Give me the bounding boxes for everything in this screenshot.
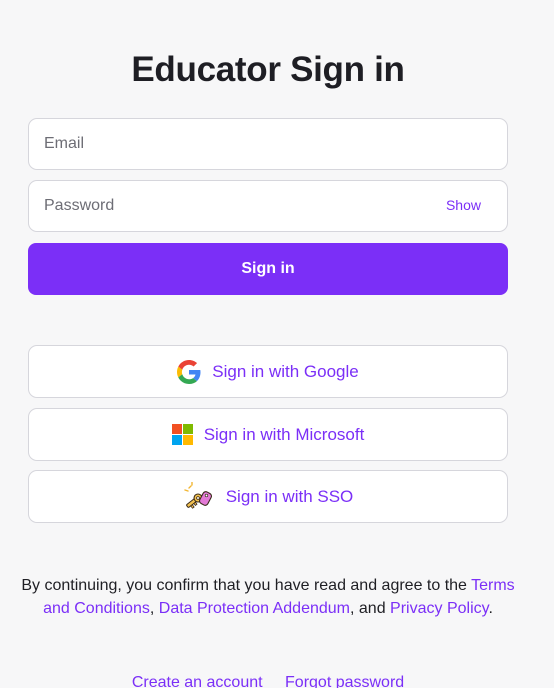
legal-separator-comma: , [149, 600, 155, 617]
privacy-policy-link[interactable]: Privacy Policy [390, 600, 488, 617]
sign-in-page: Educator Sign in Show Sign in Sign in wi… [0, 0, 554, 688]
page-title: Educator Sign in [131, 50, 405, 89]
sso-button-label: Sign in with SSO [225, 486, 354, 506]
show-password-button[interactable]: Show [446, 197, 481, 213]
email-field[interactable] [28, 118, 508, 170]
email-input[interactable] [44, 119, 424, 169]
legal-notice: By continuing, you confirm that you have… [20, 574, 516, 620]
sign-in-with-sso-button[interactable]: Sign in with SSO [28, 470, 508, 523]
password-input[interactable] [44, 181, 424, 231]
sign-in-button[interactable]: Sign in [28, 243, 508, 295]
data-protection-addendum-link[interactable]: Data Protection Addendum [159, 600, 350, 617]
microsoft-button-label: Sign in with Microsoft [203, 424, 365, 444]
legal-separator-and: , and [350, 600, 386, 617]
keys-icon [183, 481, 215, 512]
sign-in-with-microsoft-button[interactable]: Sign in with Microsoft [28, 408, 508, 461]
microsoft-logo-icon [171, 424, 193, 445]
forgot-password-link[interactable]: Forgot password [285, 674, 404, 688]
sign-in-with-google-button[interactable]: Sign in with Google [28, 345, 508, 398]
legal-suffix: . [488, 600, 493, 617]
create-account-link[interactable]: Create an account [132, 674, 263, 688]
password-field[interactable]: Show [28, 180, 508, 232]
google-button-label: Sign in with Google [212, 361, 359, 381]
legal-prefix: By continuing, you confirm that you have… [21, 577, 467, 594]
footer-links: Create an account Forgot password [0, 674, 536, 688]
google-g-icon [177, 359, 201, 384]
